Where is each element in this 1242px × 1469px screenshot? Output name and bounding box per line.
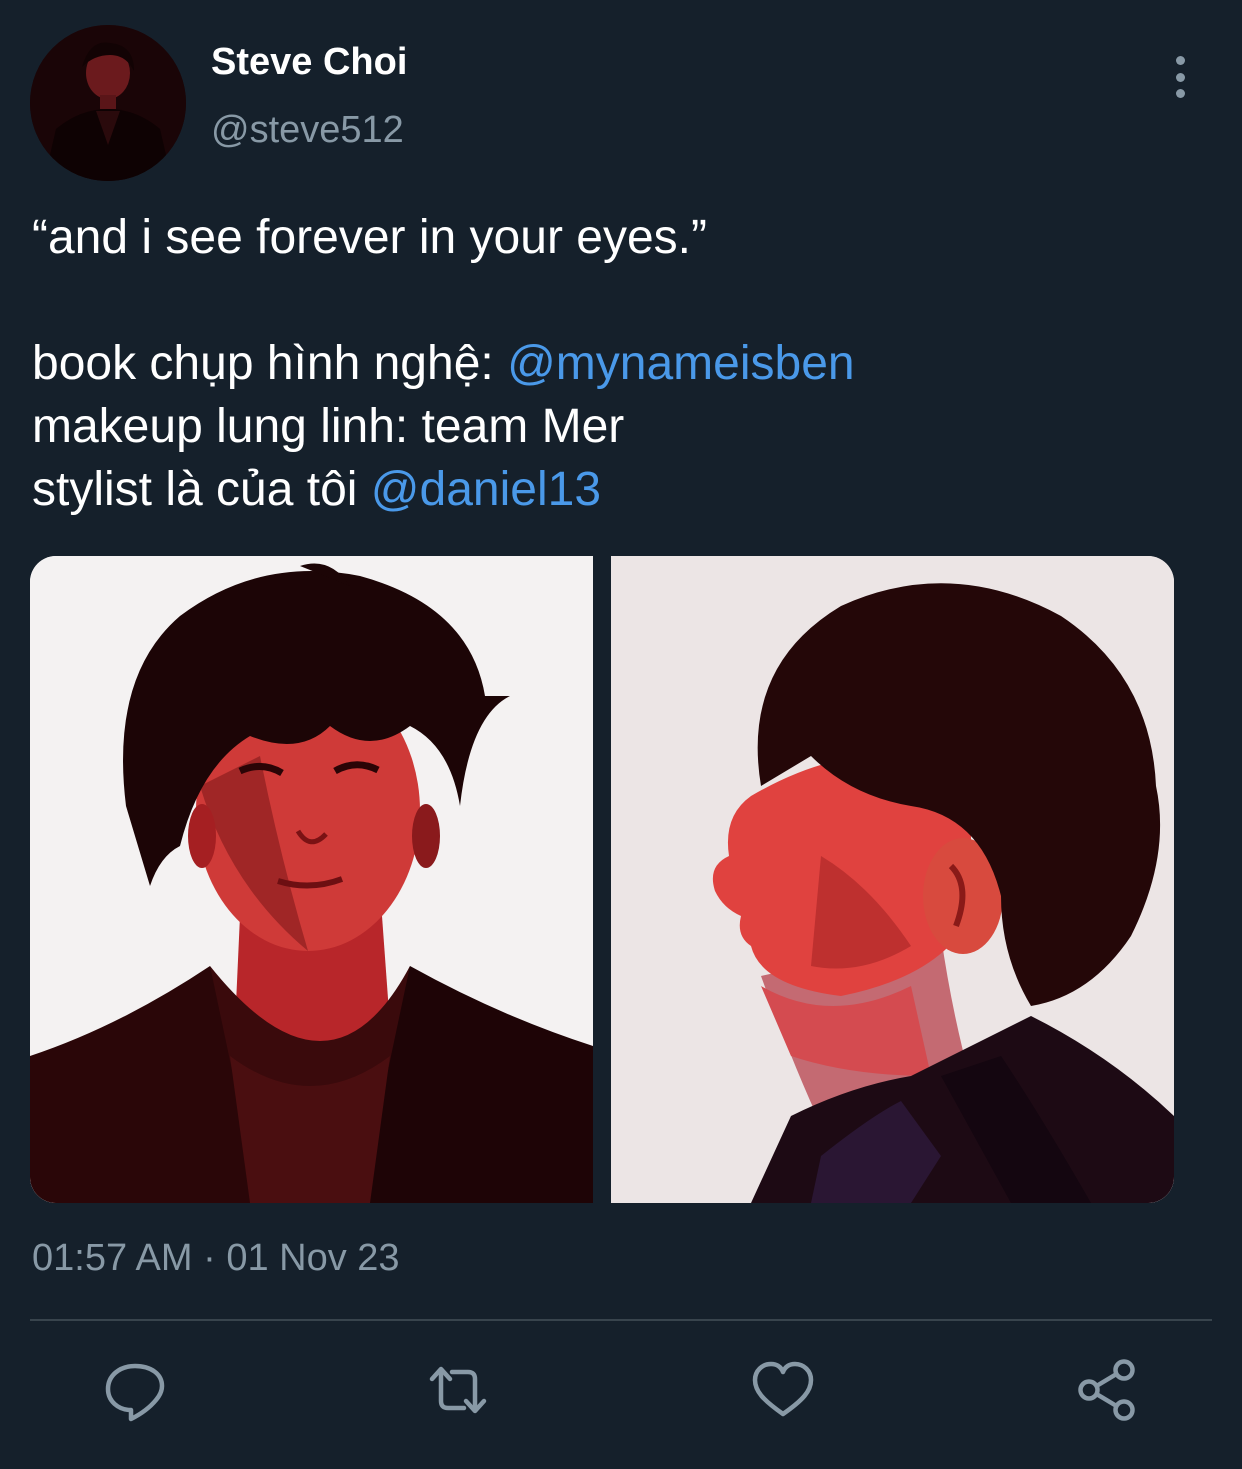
- share-button[interactable]: [1074, 1356, 1142, 1424]
- tweet-text-line-4: stylist là của tôi @daniel13: [32, 458, 1212, 521]
- heart-icon: [752, 1361, 814, 1417]
- more-options-button[interactable]: [1160, 52, 1200, 102]
- author-display-name[interactable]: Steve Choi: [211, 40, 407, 84]
- tweet-photo-2[interactable]: [611, 556, 1174, 1203]
- portrait-profile-image: [611, 556, 1174, 1203]
- tweet-text-segment: “and i see forever in your eyes.”: [32, 211, 707, 264]
- tweet-text-segment: makeup lung linh: team Mer: [32, 400, 625, 453]
- tweet-text-line-3: makeup lung linh: team Mer: [32, 395, 1212, 458]
- avatar-image: [30, 25, 186, 181]
- more-icon-dot: [1175, 89, 1185, 98]
- tweet-text-line-2: book chụp hình nghệ: @mynameisben: [32, 332, 1212, 395]
- share-icon: [1078, 1359, 1135, 1421]
- retweet-button[interactable]: [424, 1356, 492, 1424]
- reply-button[interactable]: [101, 1356, 169, 1424]
- more-icon: [1175, 56, 1185, 65]
- divider: [30, 1319, 1212, 1321]
- author-handle[interactable]: @steve512: [211, 108, 404, 152]
- avatar[interactable]: [30, 25, 186, 181]
- mention-link-mynameisben[interactable]: @mynameisben: [507, 337, 855, 390]
- tweet-text-line-1: “and i see forever in your eyes.”: [32, 206, 1212, 269]
- more-icon-dot: [1175, 72, 1185, 82]
- mention-link-daniel13[interactable]: @daniel13: [371, 463, 601, 516]
- tweet-text-segment: book chụp hình nghệ:: [32, 337, 508, 390]
- like-button[interactable]: [749, 1356, 817, 1424]
- reply-icon: [105, 1363, 165, 1422]
- tweet-timestamp[interactable]: 01:57 AM · 01 Nov 23: [32, 1236, 400, 1280]
- retweet-icon: [429, 1366, 487, 1414]
- tweet-text-segment: stylist là của tôi: [32, 463, 371, 516]
- tweet-photo-1[interactable]: [30, 556, 593, 1203]
- tweet-text: “and i see forever in your eyes.” book c…: [32, 206, 1212, 521]
- portrait-front-image: [30, 556, 593, 1203]
